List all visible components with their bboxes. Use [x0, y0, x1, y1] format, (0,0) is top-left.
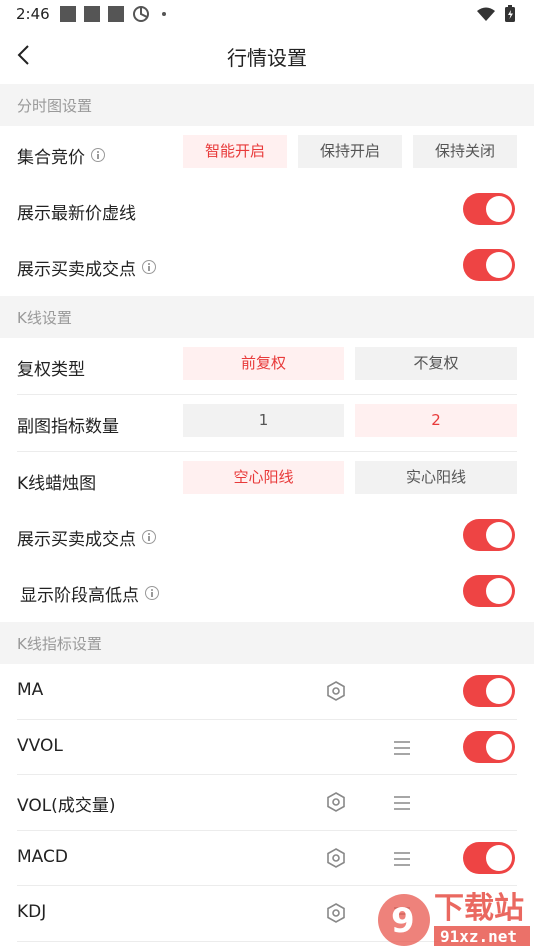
nav-bar: 行情设置 [0, 28, 534, 82]
watermark-logo: 9 下载站 91xz.net [364, 886, 534, 950]
drag-handle-icon[interactable] [392, 793, 412, 813]
notification-icon [108, 6, 124, 22]
indicator-toggle[interactable] [463, 730, 515, 763]
more-notifications-icon [162, 12, 166, 16]
info-icon[interactable] [91, 148, 105, 162]
indicator-toggle[interactable] [463, 675, 515, 707]
wifi-icon [477, 7, 495, 21]
latest-price-line-row: 展示最新价虚线 [0, 182, 534, 239]
adjust-type-row: 复权类型 前复权 不复权 [0, 338, 534, 395]
notification-icon [84, 6, 100, 22]
auction-option-keep-off[interactable]: 保持关闭 [413, 135, 517, 168]
row-label: 副图指标数量 [17, 417, 119, 437]
row-label: K线蜡烛图 [17, 474, 97, 494]
section-title: 分时图设置 [17, 97, 93, 115]
back-button[interactable] [10, 38, 40, 72]
settings-icon[interactable] [325, 902, 347, 924]
sub-chart-count-row: 副图指标数量 1 2 [0, 395, 534, 452]
stage-high-low-toggle[interactable] [463, 575, 515, 607]
drag-handle-icon[interactable] [392, 849, 412, 869]
kline-trade-points-toggle[interactable] [463, 519, 515, 551]
indicator-row: VVOL [0, 719, 534, 776]
drag-handle-icon[interactable] [392, 738, 412, 758]
row-label: 集合竞价 [17, 143, 105, 168]
row-label: 复权类型 [17, 360, 85, 380]
indicator-name: VVOL [17, 735, 63, 756]
watermark-url: 91xz.net [440, 927, 517, 946]
row-label: 展示买卖成交点 [17, 255, 156, 280]
svg-text:9: 9 [391, 901, 415, 941]
status-bar: 2:46 [0, 0, 534, 28]
settings-icon[interactable] [325, 791, 347, 813]
row-label: 展示买卖成交点 [17, 525, 156, 550]
candle-style-row: K线蜡烛图 空心阳线 实心阳线 [0, 452, 534, 509]
info-icon[interactable] [142, 260, 156, 274]
indicator-row: MACD [0, 830, 534, 887]
info-icon[interactable] [142, 530, 156, 544]
kline-trade-points-row: 展示买卖成交点 [0, 508, 534, 565]
page-title: 行情设置 [227, 46, 307, 70]
sub-chart-option-1[interactable]: 1 [183, 404, 344, 437]
section-title: K线指标设置 [17, 635, 102, 653]
indicator-name: VOL(成交量) [17, 796, 116, 817]
auction-option-smart[interactable]: 智能开启 [183, 135, 287, 168]
chevron-left-icon [17, 45, 29, 65]
adjust-option-forward[interactable]: 前复权 [183, 347, 344, 380]
watermark-text: 下载站 [434, 891, 524, 926]
indicator-row: VOL(成交量) [0, 775, 534, 831]
section-header-kline: K线设置 [0, 296, 534, 338]
adjust-option-none[interactable]: 不复权 [355, 347, 517, 380]
section-header-intraday: 分时图设置 [0, 84, 534, 126]
indicator-name: KDJ [17, 902, 47, 923]
stage-high-low-row: 显示阶段高低点 [0, 564, 534, 621]
indicator-name: MACD [17, 846, 68, 867]
auction-option-keep-on[interactable]: 保持开启 [298, 135, 402, 168]
indicator-row: MA [0, 664, 534, 720]
status-indicators [476, 5, 520, 27]
latest-price-line-toggle[interactable] [463, 193, 515, 225]
settings-icon[interactable] [325, 847, 347, 869]
trade-points-toggle[interactable] [463, 249, 515, 281]
row-label: 展示最新价虚线 [17, 204, 136, 224]
info-icon[interactable] [145, 586, 159, 600]
candle-option-solid[interactable]: 实心阳线 [355, 461, 517, 494]
indicator-name: MA [17, 680, 44, 700]
trade-points-row: 展示买卖成交点 [0, 238, 534, 295]
section-title: K线设置 [17, 309, 72, 327]
auction-row: 集合竞价 智能开启 保持开启 保持关闭 [0, 126, 534, 183]
settings-icon[interactable] [325, 680, 347, 702]
section-header-indicators: K线指标设置 [0, 622, 534, 664]
notification-icon [60, 6, 76, 22]
status-time: 2:46 [16, 5, 50, 23]
sub-chart-option-2[interactable]: 2 [355, 404, 517, 437]
row-label: 显示阶段高低点 [20, 581, 159, 606]
sync-icon [133, 6, 149, 22]
indicator-toggle[interactable] [463, 841, 515, 874]
battery-icon [505, 5, 515, 22]
candle-option-hollow[interactable]: 空心阳线 [183, 461, 344, 494]
